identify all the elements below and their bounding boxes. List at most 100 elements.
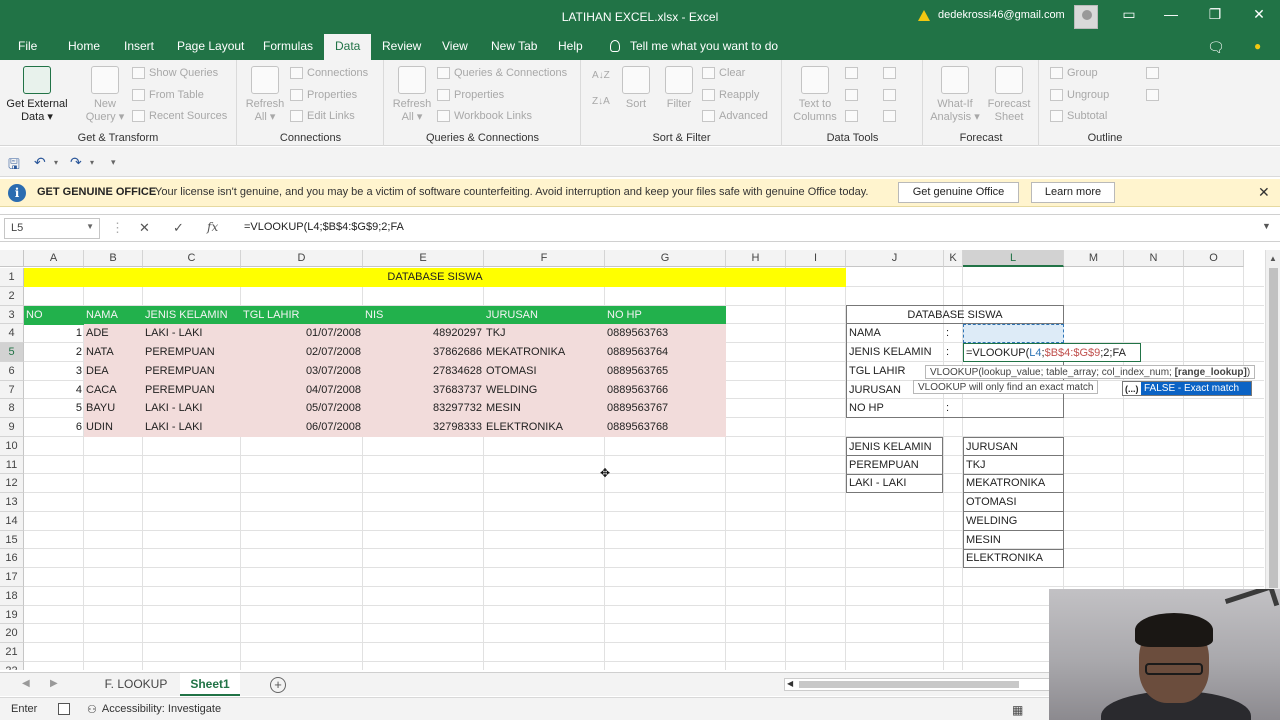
- scroll-up-icon[interactable]: ▲: [1269, 254, 1277, 263]
- tab-page-layout[interactable]: Page Layout: [177, 39, 244, 53]
- row-header-22[interactable]: 22: [0, 661, 24, 670]
- row-header-17[interactable]: 17: [0, 568, 24, 587]
- ribbon-display-options-icon[interactable]: ▭: [1114, 6, 1144, 23]
- horizontal-scrollbar[interactable]: ◀: [784, 678, 1050, 691]
- gender-list-item[interactable]: PEREMPUAN: [846, 455, 943, 475]
- subtotal-button[interactable]: Subtotal: [1050, 110, 1107, 122]
- scroll-left-icon[interactable]: ◀: [787, 679, 793, 688]
- gender-list-item[interactable]: LAKI - LAKI: [846, 474, 943, 494]
- cell-jenis-kelamin[interactable]: PEREMPUAN: [143, 361, 241, 381]
- connections-button[interactable]: Connections: [290, 67, 368, 79]
- lookup-label-no-hp[interactable]: NO HP: [847, 399, 943, 418]
- select-all-corner[interactable]: [0, 250, 24, 267]
- row-header-19[interactable]: 19: [0, 605, 24, 625]
- cell-nama[interactable]: CACA: [84, 380, 143, 400]
- new-query-button[interactable]: New Query ▾: [80, 64, 130, 124]
- undo-dropdown-icon[interactable]: ▾: [54, 158, 58, 167]
- cell-no[interactable]: 6: [24, 418, 84, 437]
- column-header-o[interactable]: O: [1184, 250, 1244, 267]
- cell-no[interactable]: 3: [24, 362, 84, 381]
- column-header-i[interactable]: I: [786, 250, 846, 267]
- enter-check-icon[interactable]: ✓: [173, 220, 184, 236]
- cell-jenis-kelamin[interactable]: LAKI - LAKI: [143, 418, 241, 437]
- row-header-11[interactable]: 11: [0, 455, 24, 475]
- header-nis[interactable]: NIS: [363, 306, 484, 325]
- column-header-f[interactable]: F: [484, 250, 605, 267]
- column-header-a[interactable]: A: [24, 250, 84, 267]
- reapply-button[interactable]: Reapply: [702, 89, 759, 101]
- what-if-analysis-button[interactable]: What-If Analysis ▾: [928, 64, 982, 124]
- relationships-icon[interactable]: [883, 89, 896, 101]
- cell-nis[interactable]: 48920297: [363, 324, 484, 344]
- minimize-icon[interactable]: —: [1156, 6, 1186, 22]
- edit-links-button[interactable]: Edit Links: [290, 110, 355, 122]
- undo-icon[interactable]: ↶: [34, 154, 46, 171]
- cell-tgl-lahir[interactable]: 01/07/2008: [241, 324, 363, 344]
- group-button[interactable]: Group: [1050, 67, 1098, 79]
- cell-no-hp[interactable]: 0889563764: [605, 343, 726, 362]
- header-no-hp[interactable]: NO HP: [605, 306, 726, 325]
- column-header-n[interactable]: N: [1124, 250, 1184, 267]
- row-header-1[interactable]: 1: [0, 268, 24, 287]
- prev-sheet-icon[interactable]: ◀: [22, 678, 30, 689]
- tab-home[interactable]: Home: [68, 39, 100, 53]
- data-validation-icon[interactable]: [845, 110, 858, 122]
- column-header-k[interactable]: K: [944, 250, 963, 267]
- header-nama[interactable]: NAMA: [84, 306, 143, 325]
- insert-function-icon[interactable]: fx: [207, 220, 218, 234]
- cell-nis[interactable]: 37862686: [363, 343, 484, 362]
- hide-detail-icon[interactable]: [1146, 89, 1159, 101]
- cell-jurusan[interactable]: OTOMASI: [484, 361, 605, 381]
- restore-icon[interactable]: ❐: [1200, 6, 1230, 23]
- autocomplete-option-false[interactable]: FALSE - Exact match: [1141, 382, 1251, 395]
- learn-more-button[interactable]: Learn more: [1031, 182, 1115, 203]
- redo-icon[interactable]: ↷: [70, 154, 82, 171]
- column-header-c[interactable]: C: [143, 250, 241, 267]
- jurusan-list-item[interactable]: MEKATRONIKA: [963, 474, 1064, 494]
- cell-tgl-lahir[interactable]: 04/07/2008: [241, 380, 363, 400]
- row-header-3[interactable]: 3: [0, 305, 24, 325]
- column-header-e[interactable]: E: [363, 250, 484, 267]
- queries-connections-button[interactable]: Queries & Connections: [437, 67, 567, 79]
- cell-nama[interactable]: BAYU: [84, 399, 143, 419]
- avatar[interactable]: [1074, 5, 1098, 29]
- row-header-4[interactable]: 4: [0, 324, 24, 343]
- header-jurusan[interactable]: JURUSAN: [484, 306, 605, 325]
- cell-no-hp[interactable]: 0889563763: [605, 324, 726, 344]
- lookup-label-nama[interactable]: NAMA: [847, 324, 943, 343]
- function-syntax-tooltip[interactable]: VLOOKUP(lookup_value; table_array; col_i…: [925, 365, 1256, 379]
- jurusan-list-item[interactable]: TKJ: [963, 455, 1064, 475]
- workbook-links-button[interactable]: Workbook Links: [437, 110, 532, 122]
- customize-qat-icon[interactable]: ▾: [111, 157, 116, 168]
- gender-list-item[interactable]: JENIS KELAMIN: [846, 436, 943, 456]
- row-header-15[interactable]: 15: [0, 530, 24, 550]
- tab-view[interactable]: View: [442, 39, 468, 53]
- header-no[interactable]: NO: [24, 306, 84, 325]
- chevron-down-icon[interactable]: ▼: [86, 222, 94, 231]
- tab-formulas[interactable]: Formulas: [263, 39, 313, 53]
- row-header-14[interactable]: 14: [0, 511, 24, 531]
- cell-jenis-kelamin[interactable]: PEREMPUAN: [143, 343, 241, 362]
- column-header-m[interactable]: M: [1064, 250, 1124, 267]
- column-header-l[interactable]: L: [963, 250, 1064, 267]
- consolidate-icon[interactable]: [883, 67, 896, 79]
- jurusan-list-item[interactable]: ELEKTRONIKA: [963, 549, 1064, 569]
- cell-jurusan[interactable]: WELDING: [484, 380, 605, 400]
- tab-insert[interactable]: Insert: [124, 39, 154, 53]
- cell-jurusan[interactable]: ELEKTRONIKA: [484, 418, 605, 437]
- row-header-5[interactable]: 5: [0, 343, 24, 362]
- tell-me-search[interactable]: Tell me what you want to do: [610, 39, 778, 53]
- expand-formula-bar-icon[interactable]: ▼: [1262, 221, 1271, 231]
- normal-view-icon[interactable]: ▦: [1012, 703, 1023, 717]
- row-header-12[interactable]: 12: [0, 474, 24, 493]
- jurusan-list-item[interactable]: MESIN: [963, 530, 1064, 550]
- close-infobar-icon[interactable]: ✕: [1258, 184, 1270, 201]
- redo-dropdown-icon[interactable]: ▾: [90, 158, 94, 167]
- header-tgl-lahir[interactable]: TGL LAHIR: [241, 306, 363, 325]
- flash-fill-icon[interactable]: [845, 67, 858, 79]
- column-header-g[interactable]: G: [605, 250, 726, 267]
- cell-jenis-kelamin[interactable]: LAKI - LAKI: [143, 324, 241, 344]
- tab-new-tab[interactable]: New Tab: [491, 39, 537, 53]
- sort-button[interactable]: Sort: [616, 64, 656, 111]
- row-header-6[interactable]: 6: [0, 361, 24, 381]
